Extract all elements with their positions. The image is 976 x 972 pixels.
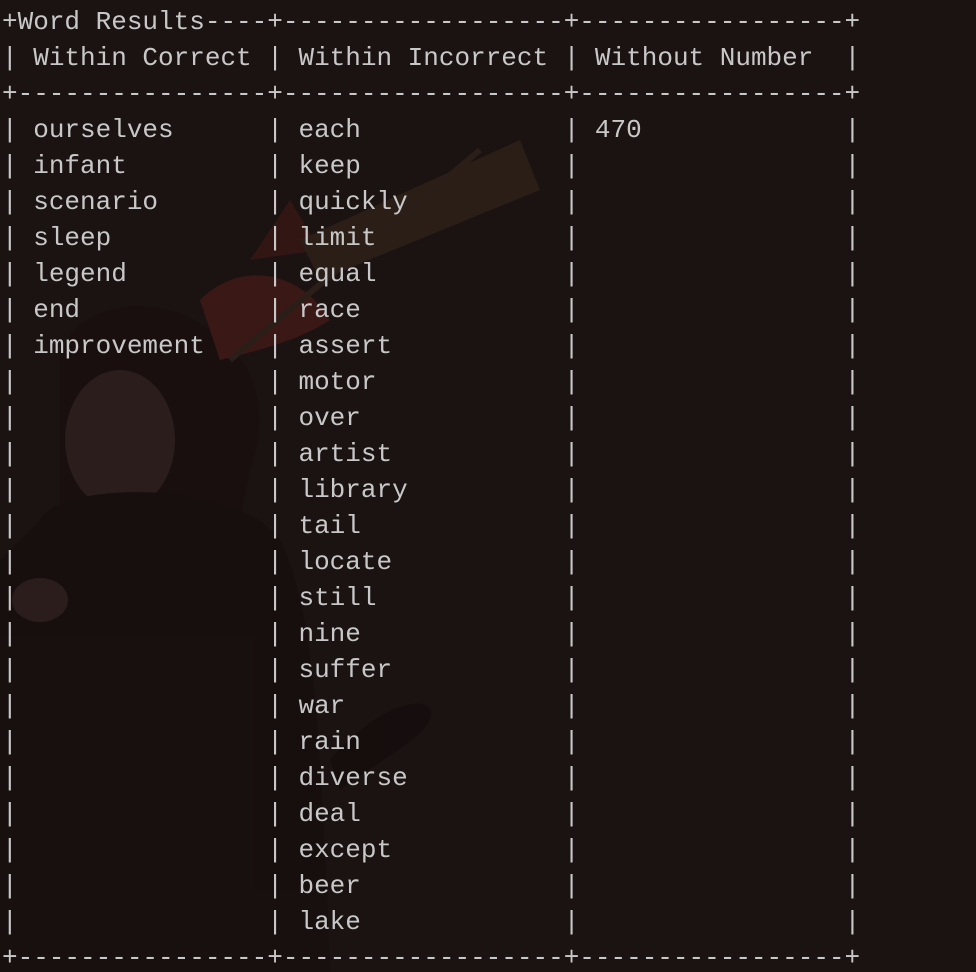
table-row: | sleep | limit | |: [2, 223, 861, 253]
table-separator: +----------------+------------------+---…: [2, 79, 861, 109]
table-cell: improvement: [17, 331, 268, 361]
table-row: | | library | |: [2, 475, 861, 505]
table-row: | | tail | |: [2, 511, 861, 541]
table-cell: rain: [282, 727, 564, 757]
table-cell: scenario: [17, 187, 268, 217]
table-row: | | nine | |: [2, 619, 861, 649]
table-cell: legend: [17, 259, 268, 289]
table-row: | | war | |: [2, 691, 861, 721]
table-row: | | deal | |: [2, 799, 861, 829]
table-header-row: | Within Correct | Within Incorrect | Wi…: [2, 43, 861, 73]
table-cell: library: [282, 475, 564, 505]
table-cell: still: [282, 583, 564, 613]
table-row: | ourselves | each | 470 |: [2, 115, 861, 145]
table-cell: over: [282, 403, 564, 433]
table-row: | | lake | |: [2, 907, 861, 937]
table-cell: sleep: [17, 223, 268, 253]
table-cell: nine: [282, 619, 564, 649]
table-cell: limit: [282, 223, 564, 253]
table-cell: quickly: [282, 187, 564, 217]
table-cell: race: [282, 295, 564, 325]
table-row: | legend | equal | |: [2, 259, 861, 289]
table-title: Word Results: [17, 7, 205, 37]
table-row: | | still | |: [2, 583, 861, 613]
table-row: | infant | keep | |: [2, 151, 861, 181]
table-cell: end: [17, 295, 268, 325]
table-cell: war: [282, 691, 564, 721]
table-cell: lake: [282, 907, 564, 937]
table-row: | | beer | |: [2, 871, 861, 901]
table-cell: ourselves: [17, 115, 268, 145]
column-header: Within Incorrect: [282, 43, 564, 73]
table-cell: 470: [579, 115, 845, 145]
table-row: | scenario | quickly | |: [2, 187, 861, 217]
table-row: | | diverse | |: [2, 763, 861, 793]
table-cell: suffer: [282, 655, 564, 685]
table-cell: motor: [282, 367, 564, 397]
table-row: | end | race | |: [2, 295, 861, 325]
table-cell: each: [282, 115, 564, 145]
table-row: | | over | |: [2, 403, 861, 433]
table-row: | improvement | assert | |: [2, 331, 861, 361]
table-cell: assert: [282, 331, 564, 361]
column-header: Within Correct: [17, 43, 268, 73]
table-row: | | except | |: [2, 835, 861, 865]
table-row: | | suffer | |: [2, 655, 861, 685]
table-row: | | locate | |: [2, 547, 861, 577]
table-cell: beer: [282, 871, 564, 901]
table-cell: except: [282, 835, 564, 865]
terminal-output: +Word Results----+------------------+---…: [2, 4, 860, 972]
table-cell: tail: [282, 511, 564, 541]
table-cell: keep: [282, 151, 564, 181]
column-header: Without Number: [579, 43, 845, 73]
table-cell: diverse: [282, 763, 564, 793]
table-title-border: +Word Results----+------------------+---…: [2, 7, 861, 37]
table-cell: locate: [282, 547, 564, 577]
table-cell: artist: [282, 439, 564, 469]
table-cell: deal: [282, 799, 564, 829]
table-row: | | rain | |: [2, 727, 861, 757]
table-cell: equal: [282, 259, 564, 289]
table-bottom-border: +----------------+------------------+---…: [2, 943, 861, 972]
table-row: | | motor | |: [2, 367, 861, 397]
table-cell: infant: [17, 151, 268, 181]
table-row: | | artist | |: [2, 439, 861, 469]
